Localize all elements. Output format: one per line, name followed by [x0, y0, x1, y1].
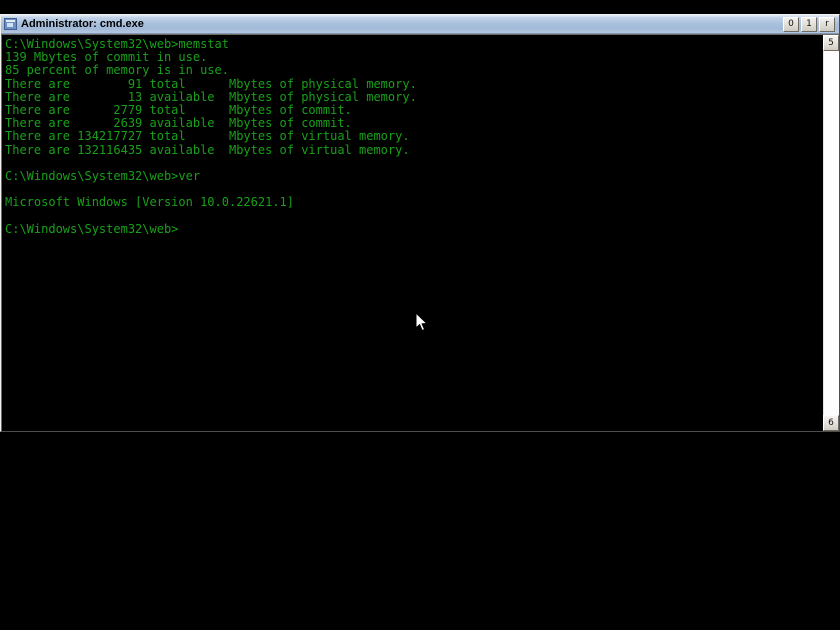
terminal-line: There are 134217727 total Mbytes of virt…: [5, 129, 410, 144]
terminal-line: 85 percent of memory is in use.: [5, 63, 229, 78]
console-window-icon[interactable]: [4, 18, 17, 30]
vertical-scrollbar[interactable]: 5 6: [822, 35, 839, 431]
terminal-line: There are 91 total Mbytes of physical me…: [5, 76, 417, 91]
terminal-output-area[interactable]: C:\Windows\System32\web>memstat 139 Mbyte…: [2, 35, 822, 431]
window-title: Administrator: cmd.exe: [21, 17, 144, 30]
maximize-button[interactable]: 1: [801, 16, 817, 32]
desktop-background: [0, 432, 840, 630]
window-controls: 0 1 r: [783, 16, 835, 32]
terminal-line: C:\Windows\System32\web>: [5, 221, 179, 236]
terminal-line: Microsoft Windows [Version 10.0.22621.1]: [5, 195, 294, 210]
scroll-down-arrow-icon[interactable]: 6: [823, 415, 839, 431]
terminal-line: C:\Windows\System32\web>ver: [5, 168, 201, 183]
screen: Administrator: cmd.exe 0 1 r C:\Windows\…: [0, 0, 840, 630]
terminal-text: C:\Windows\System32\web>memstat 139 Mbyte…: [5, 37, 822, 236]
scrollbar-track[interactable]: [823, 51, 839, 415]
close-button[interactable]: r: [819, 16, 835, 32]
terminal-line: There are 132116435 available Mbytes of …: [5, 142, 410, 157]
title-bar[interactable]: Administrator: cmd.exe 0 1 r: [1, 15, 839, 34]
minimize-button[interactable]: 0: [783, 16, 799, 32]
terminal-line: There are 13 available Mbytes of physica…: [5, 89, 417, 104]
scroll-up-arrow-icon[interactable]: 5: [823, 35, 839, 51]
desktop-background-top: [0, 0, 840, 14]
console-client-area: C:\Windows\System32\web>memstat 139 Mbyte…: [1, 34, 839, 431]
console-window: Administrator: cmd.exe 0 1 r C:\Windows\…: [0, 14, 840, 432]
